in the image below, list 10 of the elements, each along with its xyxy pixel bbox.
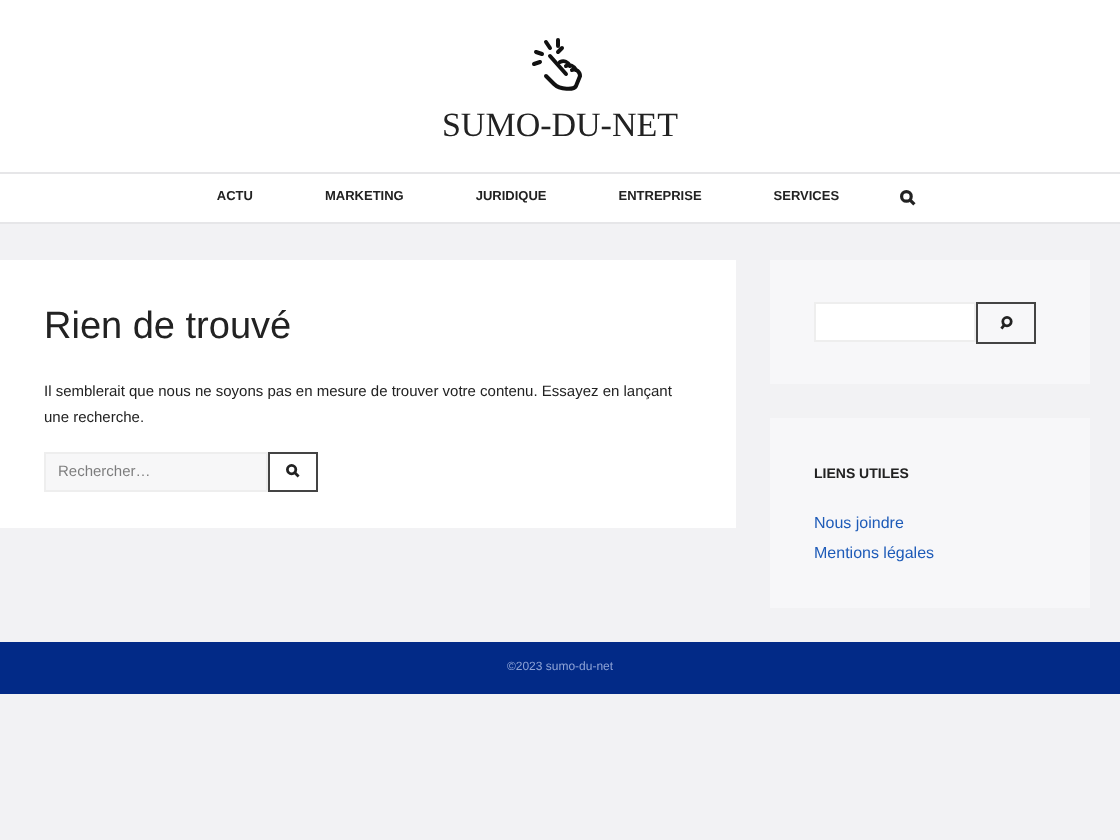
search-icon (999, 316, 1013, 330)
site-title[interactable]: SUMO-DU-NET (441, 100, 679, 151)
sidebar-search-field[interactable] (814, 302, 976, 342)
sidebar-link[interactable]: Mentions légales (814, 541, 935, 565)
search-button[interactable] (268, 451, 318, 491)
search-icon (286, 464, 300, 478)
page-heading: Rien de trouvé (44, 304, 294, 352)
search-icon[interactable] (899, 190, 916, 206)
search-button[interactable] (976, 302, 1036, 344)
sidebar-link[interactable]: Nous joindre (814, 511, 904, 535)
